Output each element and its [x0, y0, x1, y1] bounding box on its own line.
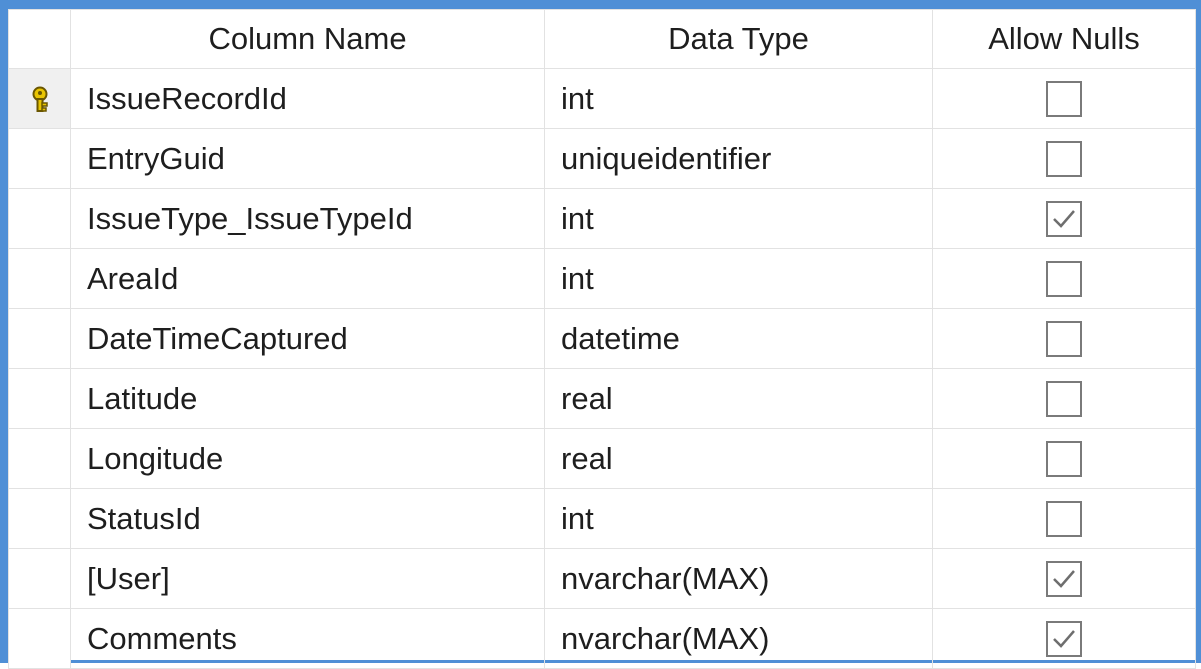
- column-name-cell[interactable]: Latitude: [70, 368, 545, 429]
- data-type-cell[interactable]: nvarchar(MAX): [544, 608, 933, 669]
- allow-nulls-cell: [932, 368, 1196, 429]
- row-selector[interactable]: [8, 308, 71, 369]
- header-row: Column Name Data Type Allow Nulls: [8, 9, 1196, 69]
- data-type-cell[interactable]: nvarchar(MAX): [544, 548, 933, 609]
- column-name-cell[interactable]: IssueType_IssueTypeId: [70, 188, 545, 249]
- data-type-cell[interactable]: real: [544, 428, 933, 489]
- row-selector[interactable]: [8, 608, 71, 669]
- allow-nulls-checkbox[interactable]: [1046, 381, 1082, 418]
- column-name-cell[interactable]: AreaId: [70, 248, 545, 309]
- allow-nulls-cell: [932, 548, 1196, 609]
- table-row[interactable]: IssueRecordId int: [8, 68, 1196, 129]
- allow-nulls-cell: [932, 128, 1196, 189]
- key-icon: [29, 81, 51, 116]
- checkmark-icon: [1053, 570, 1075, 589]
- allow-nulls-checkbox[interactable]: [1046, 441, 1082, 478]
- column-name-cell[interactable]: [User]: [70, 548, 545, 609]
- table-row[interactable]: Latitude real: [8, 368, 1196, 429]
- row-selector[interactable]: [8, 368, 71, 429]
- allow-nulls-cell: [932, 488, 1196, 549]
- allow-nulls-checkbox[interactable]: [1046, 261, 1082, 298]
- data-type-cell[interactable]: int: [544, 188, 933, 249]
- column-name-cell[interactable]: Comments: [70, 608, 545, 669]
- table-row[interactable]: Comments nvarchar(MAX): [8, 608, 1196, 669]
- row-selector[interactable]: [8, 428, 71, 489]
- data-type-cell[interactable]: int: [544, 488, 933, 549]
- allow-nulls-checkbox[interactable]: [1046, 201, 1082, 238]
- table-row[interactable]: [User] nvarchar(MAX): [8, 548, 1196, 609]
- column-grid: Column Name Data Type Allow Nulls IssueR…: [8, 9, 1196, 669]
- allow-nulls-header[interactable]: Allow Nulls: [932, 9, 1196, 69]
- data-type-cell[interactable]: int: [544, 68, 933, 129]
- row-selector[interactable]: [8, 548, 71, 609]
- row-selector[interactable]: [8, 128, 71, 189]
- checkmark-icon: [1053, 630, 1075, 649]
- allow-nulls-checkbox[interactable]: [1046, 81, 1082, 118]
- table-row[interactable]: Longitude real: [8, 428, 1196, 489]
- allow-nulls-checkbox[interactable]: [1046, 621, 1082, 658]
- column-name-cell[interactable]: IssueRecordId: [70, 68, 545, 129]
- allow-nulls-cell: [932, 608, 1196, 669]
- row-selector-header[interactable]: [8, 9, 71, 69]
- data-type-header[interactable]: Data Type: [544, 9, 933, 69]
- column-name-cell[interactable]: EntryGuid: [70, 128, 545, 189]
- column-name-cell[interactable]: DateTimeCaptured: [70, 308, 545, 369]
- allow-nulls-cell: [932, 248, 1196, 309]
- data-type-cell[interactable]: real: [544, 368, 933, 429]
- table-row[interactable]: EntryGuid uniqueidentifier: [8, 128, 1196, 189]
- table-row[interactable]: DateTimeCaptured datetime: [8, 308, 1196, 369]
- allow-nulls-checkbox[interactable]: [1046, 321, 1082, 358]
- allow-nulls-cell: [932, 428, 1196, 489]
- allow-nulls-cell: [932, 188, 1196, 249]
- allow-nulls-checkbox[interactable]: [1046, 141, 1082, 178]
- column-name-cell[interactable]: StatusId: [70, 488, 545, 549]
- allow-nulls-cell: [932, 308, 1196, 369]
- allow-nulls-cell: [932, 68, 1196, 129]
- allow-nulls-checkbox[interactable]: [1046, 501, 1082, 538]
- window-titlebar: [0, 0, 1201, 9]
- row-selector[interactable]: [8, 488, 71, 549]
- row-selector[interactable]: [8, 68, 71, 129]
- table-row[interactable]: StatusId int: [8, 488, 1196, 549]
- column-name-header[interactable]: Column Name: [70, 9, 545, 69]
- data-type-cell[interactable]: int: [544, 248, 933, 309]
- data-type-cell[interactable]: datetime: [544, 308, 933, 369]
- table-row[interactable]: AreaId int: [8, 248, 1196, 309]
- data-type-cell[interactable]: uniqueidentifier: [544, 128, 933, 189]
- checkmark-icon: [1053, 210, 1075, 229]
- allow-nulls-checkbox[interactable]: [1046, 561, 1082, 598]
- column-name-cell[interactable]: Longitude: [70, 428, 545, 489]
- table-row[interactable]: IssueType_IssueTypeId int: [8, 188, 1196, 249]
- row-selector[interactable]: [8, 188, 71, 249]
- row-selector[interactable]: [8, 248, 71, 309]
